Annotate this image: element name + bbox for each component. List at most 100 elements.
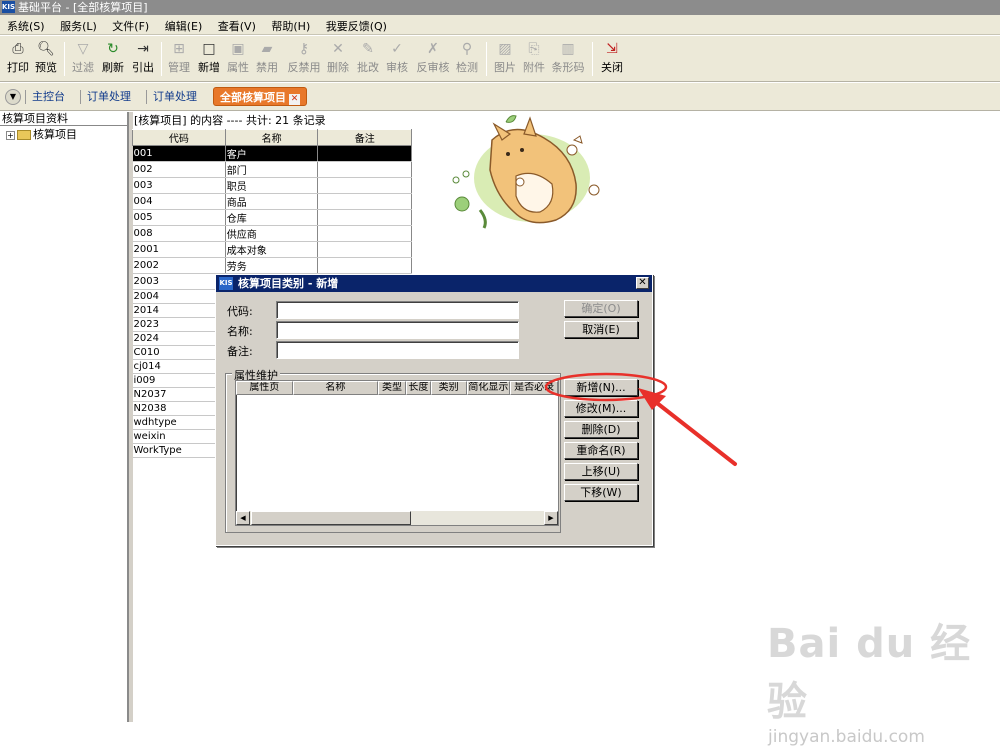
cancel-button[interactable]: 取消(E) — [564, 321, 638, 338]
delete-button[interactable]: ✕ 删除 — [322, 39, 354, 79]
audit-button[interactable]: ✓ 审核 — [381, 39, 413, 79]
cell-note — [317, 257, 412, 274]
table-row[interactable]: 004 商品 — [132, 193, 412, 210]
cell-code: 2024 — [132, 331, 226, 346]
close-button[interactable]: ⇲ 关闭 — [596, 39, 628, 79]
scroll-left-icon[interactable]: ◀ — [236, 511, 250, 525]
table-row[interactable]: 003 职员 — [132, 177, 412, 194]
cell-note — [317, 145, 412, 162]
enable-icon: ⚷ — [298, 41, 310, 57]
property-button[interactable]: ▣ 属性 — [222, 39, 254, 79]
check-button[interactable]: ⚲ 检测 — [451, 39, 483, 79]
cell-name: 部门 — [225, 161, 319, 178]
column-header-note[interactable]: 备注 — [317, 129, 412, 146]
code-field[interactable] — [276, 301, 519, 319]
menu-bar: 系统(S) 服务(L) 文件(F) 编辑(E) 查看(V) 帮助(H) 我要反馈… — [0, 15, 1000, 35]
close-door-icon: ⇲ — [606, 41, 618, 57]
attr-col-page[interactable]: 属性页 — [236, 381, 293, 395]
refresh-button[interactable]: ↻ 刷新 — [97, 39, 129, 79]
cell-code: 001 — [132, 145, 226, 162]
cell-code: N2038 — [132, 401, 226, 416]
attr-col-name[interactable]: 名称 — [292, 381, 379, 395]
cell-name: 成本对象 — [225, 241, 319, 258]
toolbar: ⎙ 打印 🔍︎ 预览 ▽ 过滤 ↻ 刷新 ⇥ 引出 ⊞ 管理 □ 新增 ▣ 属性 ▰ 禁用 ⚷ 反禁… — [0, 36, 1000, 82]
close-icon[interactable]: ✕ — [289, 94, 300, 105]
attr-move-down-button[interactable]: 下移(W) — [564, 484, 638, 501]
export-button[interactable]: ⇥ 引出 — [127, 39, 159, 79]
column-header-name[interactable]: 名称 — [224, 129, 319, 146]
cell-code: 2001 — [132, 241, 226, 258]
barcode-button[interactable]: ▥ 条形码 — [549, 39, 587, 79]
menu-service[interactable]: 服务(L) — [53, 15, 102, 34]
close-icon[interactable]: ✕ — [636, 277, 649, 289]
audit-icon: ✓ — [391, 41, 403, 57]
table-row[interactable]: 008 供应商 — [132, 225, 412, 242]
dialog-title-bar[interactable]: KIS 核算项目类别 - 新增 ✕ — [216, 275, 652, 292]
toolbar-separator — [64, 42, 65, 76]
attachment-icon: ⎘ — [528, 41, 540, 57]
new-icon: □ — [202, 41, 216, 57]
cell-name: 供应商 — [225, 225, 319, 242]
horizontal-scrollbar[interactable]: ◀ ▶ — [236, 511, 558, 525]
cell-code: 2004 — [132, 289, 226, 304]
cell-code: 002 — [132, 161, 226, 178]
attribute-list-header: 属性页 名称 类型 长度 类别 简化显示 是否必录 — [236, 381, 558, 395]
toolbar-separator — [161, 42, 162, 76]
tab-active-label: 全部核算项目 — [220, 91, 286, 104]
image-icon: ▨ — [498, 41, 512, 57]
cell-code: 008 — [132, 225, 226, 242]
new-button[interactable]: □ 新增 — [193, 39, 225, 79]
tab-all-accounting-items[interactable]: 全部核算项目 ✕ — [213, 87, 307, 106]
menu-file[interactable]: 文件(F) — [105, 15, 154, 34]
preview-button[interactable]: 🔍︎ 预览 — [30, 39, 62, 79]
cell-code: i009 — [132, 373, 226, 388]
batch-edit-button[interactable]: ✎ 批改 — [352, 39, 384, 79]
manage-button[interactable]: ⊞ 管理 — [163, 39, 195, 79]
tab-order-processing[interactable]: 订单处理 — [80, 90, 131, 104]
menu-edit[interactable]: 编辑(E) — [158, 15, 208, 34]
disable-button[interactable]: ▰ 禁用 — [251, 39, 283, 79]
attribute-list[interactable]: 属性页 名称 类型 长度 类别 简化显示 是否必录 ◀ ▶ — [235, 380, 559, 526]
cell-code: 003 — [132, 177, 226, 194]
scroll-thumb[interactable] — [251, 511, 411, 525]
watermark-url: jingyan.baidu.com — [768, 727, 925, 747]
table-row[interactable]: 2002 劳务 — [132, 257, 412, 274]
attr-col-type[interactable]: 类型 — [378, 381, 406, 395]
chevron-down-icon[interactable]: ▼ — [5, 89, 21, 105]
table-row[interactable]: 2001 成本对象 — [132, 241, 412, 258]
tab-console[interactable]: 主控台 — [25, 90, 65, 104]
cell-note — [317, 241, 412, 258]
unaudit-button[interactable]: ✗ 反审核 — [413, 39, 453, 79]
folder-icon — [17, 130, 31, 140]
name-field[interactable] — [276, 321, 519, 339]
enable-button[interactable]: ⚷ 反禁用 — [285, 39, 323, 79]
tree-node-root[interactable]: + 核算项目 — [0, 126, 127, 141]
menu-feedback[interactable]: 我要反馈(Q) — [319, 15, 392, 34]
filter-button[interactable]: ▽ 过滤 — [67, 39, 99, 79]
cell-note — [317, 193, 412, 210]
expand-icon[interactable]: + — [6, 130, 15, 140]
attr-col-length[interactable]: 长度 — [405, 381, 431, 395]
filter-icon: ▽ — [77, 41, 89, 57]
menu-view[interactable]: 查看(V) — [211, 15, 261, 34]
image-button[interactable]: ▨ 图片 — [489, 39, 521, 79]
toolbar-separator — [486, 42, 487, 76]
table-row[interactable]: 001 客户 — [132, 145, 412, 162]
cell-code: N2037 — [132, 387, 226, 402]
attachment-button[interactable]: ⎘ 附件 — [518, 39, 550, 79]
note-field[interactable] — [276, 341, 519, 359]
table-row[interactable]: 005 仓库 — [132, 209, 412, 226]
cell-name: 客户 — [225, 145, 319, 162]
cell-code: WorkType — [132, 443, 226, 458]
tree-node-label: 核算项目 — [33, 128, 77, 141]
table-row[interactable]: 002 部门 — [132, 161, 412, 178]
column-header-code[interactable]: 代码 — [132, 129, 226, 146]
menu-help[interactable]: 帮助(H) — [264, 15, 315, 34]
tab-order-processing-2[interactable]: 订单处理 — [146, 90, 197, 104]
attr-col-category[interactable]: 类别 — [430, 381, 467, 395]
menu-system[interactable]: 系统(S) — [0, 15, 50, 34]
attr-col-simplified[interactable]: 简化显示 — [466, 381, 511, 395]
ok-button[interactable]: 确定(O) — [564, 300, 638, 317]
scroll-right-icon[interactable]: ▶ — [544, 511, 558, 525]
cell-code: 2002 — [132, 257, 226, 274]
